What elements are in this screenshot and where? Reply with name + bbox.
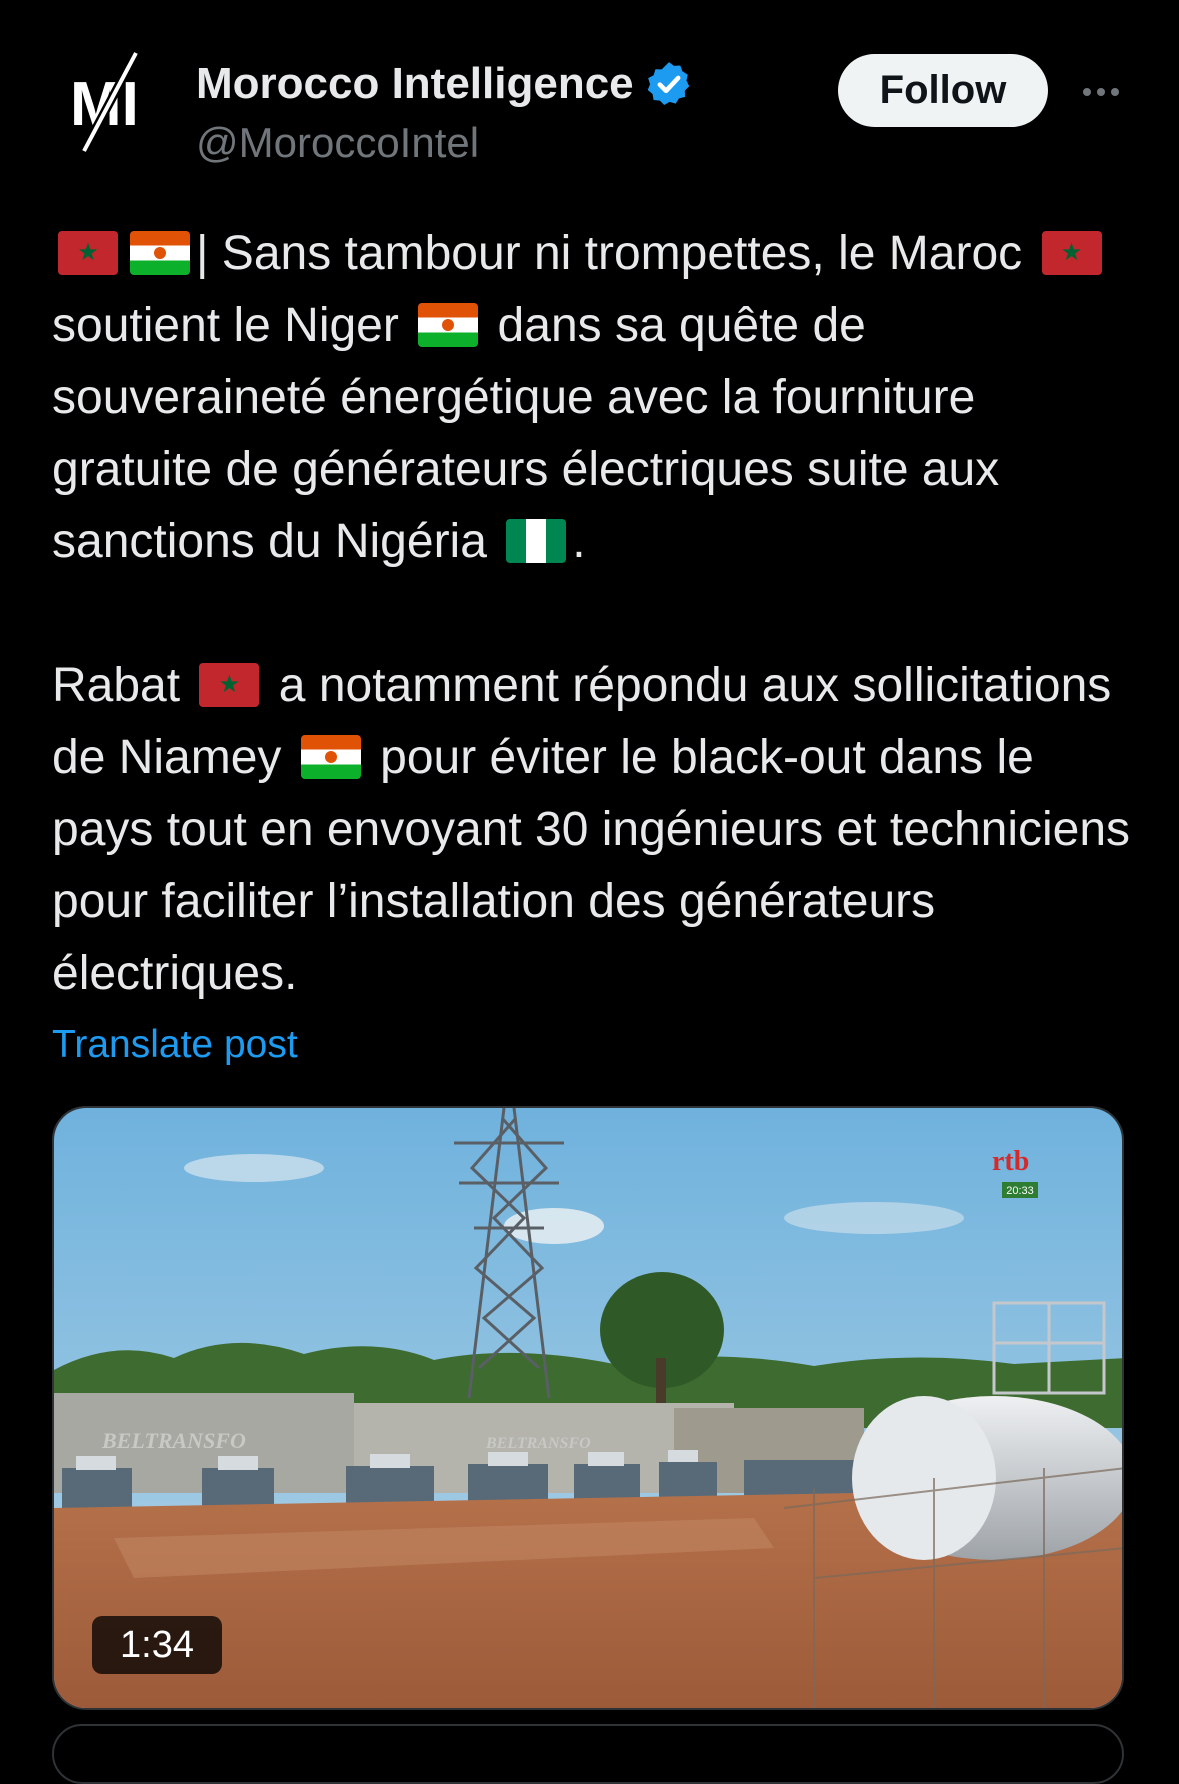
next-post-card: [52, 1724, 1124, 1784]
translate-post-link[interactable]: Translate post: [52, 1020, 298, 1070]
container-label: BELTRANSFO: [101, 1428, 246, 1453]
tweet-text-segment: .: [572, 515, 586, 568]
account-name-row[interactable]: Morocco Intelligence: [196, 58, 694, 110]
tweet-text-segment: | Sans tambour ni trompettes, le Maroc: [196, 227, 1023, 280]
morocco-flag-icon: [199, 663, 260, 707]
tweet-paragraph-2: Rabat a notamment répondu aux sollicitat…: [52, 650, 1142, 1010]
account-name[interactable]: Morocco Intelligence: [196, 58, 634, 110]
video-player[interactable]: BELTRANSFO BELTRANSFO rtb 20:33 1:34: [52, 1106, 1124, 1710]
channel-time: 20:33: [1006, 1185, 1034, 1197]
channel-logo: rtb: [992, 1146, 1029, 1177]
verified-badge-icon: [647, 62, 689, 106]
tweet-paragraph-1: | Sans tambour ni trompettes, le Maroc s…: [52, 218, 1142, 578]
tweet-text-segment: soutient le Niger: [52, 299, 399, 352]
morocco-intel-logo-icon: MI: [70, 50, 140, 154]
tweet-text-segment: Rabat: [52, 659, 181, 712]
morocco-flag-icon: [1041, 231, 1102, 275]
nigeria-flag-icon: [506, 519, 567, 563]
follow-button[interactable]: Follow: [838, 54, 1048, 127]
container-label: BELTRANSFO: [485, 1435, 591, 1452]
niger-flag-icon: [130, 231, 190, 275]
account-handle[interactable]: @MoroccoIntel: [196, 118, 479, 168]
more-options-icon[interactable]: [1073, 72, 1129, 112]
morocco-flag-icon: [58, 231, 118, 275]
niger-flag-icon: [418, 303, 479, 347]
video-duration: 1:34: [92, 1616, 222, 1674]
tweet-text: | Sans tambour ni trompettes, le Maroc s…: [52, 218, 1142, 1010]
avatar[interactable]: MI: [54, 42, 174, 162]
niger-flag-icon: [300, 735, 361, 779]
